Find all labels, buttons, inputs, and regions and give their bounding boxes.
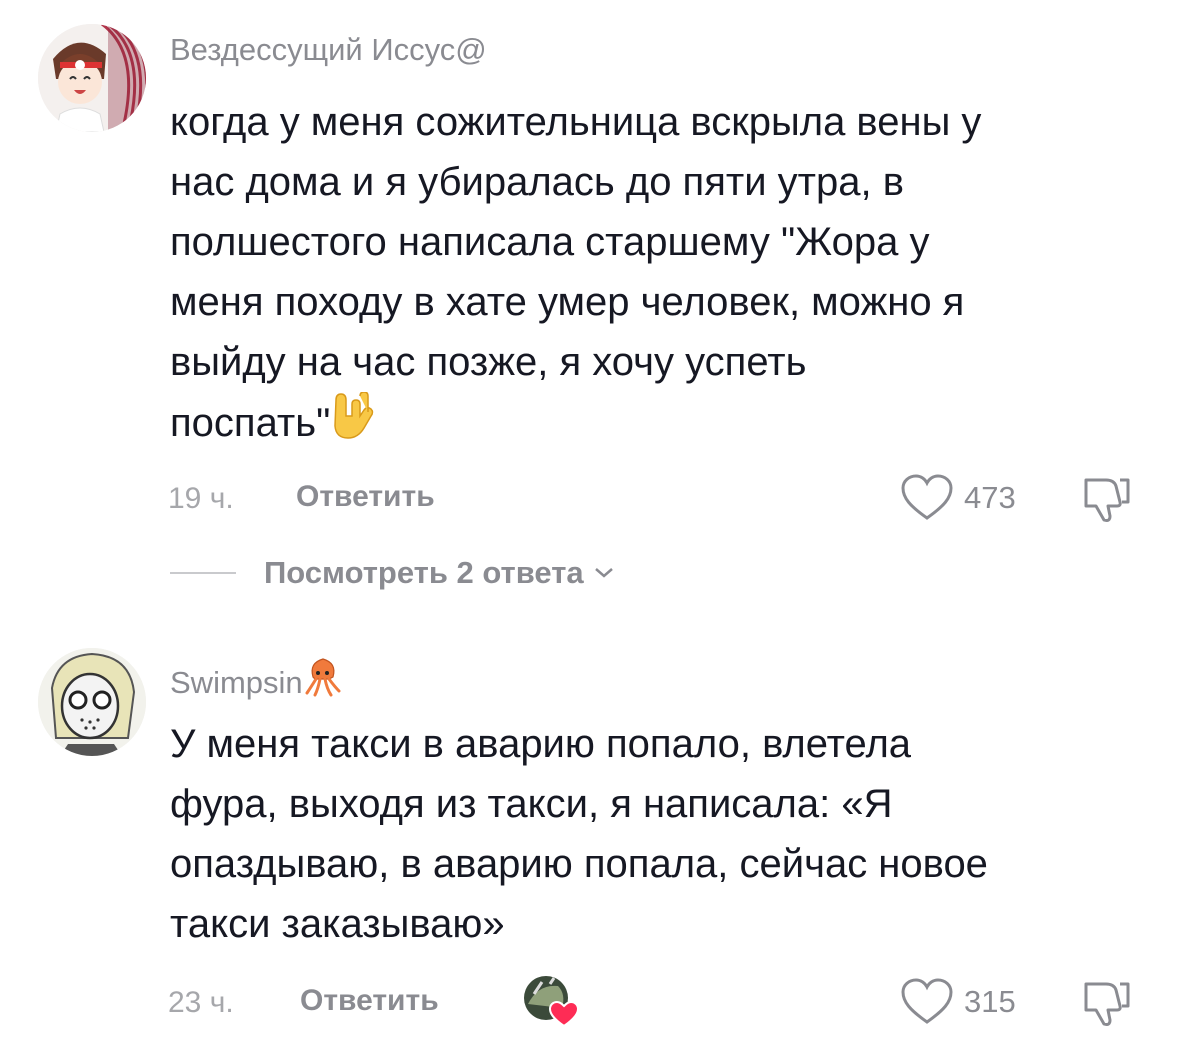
comment-text: У меня такси в аварию попало, влетела фу… — [170, 714, 1130, 954]
avatar-image — [38, 24, 146, 132]
comment-line: выйду на час позже, я хочу успеть — [170, 340, 807, 384]
comment-line: такси заказываю» — [170, 902, 505, 946]
comment-author-name: Swimpsin — [170, 665, 303, 700]
view-replies-label: Посмотреть 2 ответа — [264, 555, 584, 590]
avatar-image — [38, 648, 146, 756]
comment-line: фура, выходя из такси, я написала: «Я — [170, 782, 893, 826]
squid-icon — [303, 657, 343, 705]
comment-line: меня походу в хате умер человек, можно я — [170, 280, 965, 324]
thumbs-down-icon — [1084, 478, 1130, 522]
creator-liked-avatar-icon — [524, 976, 580, 1028]
comment-author[interactable]: Вездессущий Иссус@ — [170, 32, 487, 68]
heart-icon — [901, 474, 953, 520]
comment-line: поспать" — [170, 401, 331, 445]
creator-liked-badge — [522, 974, 582, 1030]
dislike-button[interactable] — [1080, 978, 1134, 1033]
comment-line-last: поспать" — [170, 391, 1130, 457]
like-button[interactable]: 473 — [900, 474, 1016, 522]
comment-line: полшестого написала старшему "Жора у — [170, 220, 930, 264]
like-count: 315 — [964, 984, 1016, 1019]
avatar[interactable] — [38, 24, 146, 132]
divider — [170, 572, 236, 574]
comment-line: когда у меня сожительница вскрыла вены у — [170, 100, 982, 144]
sign-of-the-horns-icon — [330, 391, 376, 457]
like-button[interactable]: 315 — [900, 978, 1016, 1026]
comment-time: 19 ч. — [168, 482, 234, 515]
thumbs-down-icon — [1084, 982, 1130, 1026]
reply-button[interactable]: Ответить — [300, 984, 439, 1018]
chevron-down-icon — [594, 568, 613, 578]
comment-line: нас дома и я убиралась до пяти утра, в — [170, 160, 904, 204]
comment-line: У меня такси в аварию попало, влетела — [170, 722, 912, 766]
avatar[interactable] — [38, 648, 146, 756]
view-replies-button[interactable]: Посмотреть 2 ответа — [170, 555, 618, 591]
comment-author[interactable]: Swimpsin — [170, 657, 343, 705]
comment-text: когда у меня сожительница вскрыла вены у… — [170, 92, 1130, 457]
comment-time: 23 ч. — [168, 986, 234, 1019]
like-count: 473 — [964, 480, 1016, 515]
comment-line: опаздываю, в аварию попала, сейчас новое — [170, 842, 988, 886]
dislike-button[interactable] — [1080, 474, 1134, 529]
heart-icon — [901, 978, 953, 1024]
reply-button[interactable]: Ответить — [296, 480, 435, 514]
